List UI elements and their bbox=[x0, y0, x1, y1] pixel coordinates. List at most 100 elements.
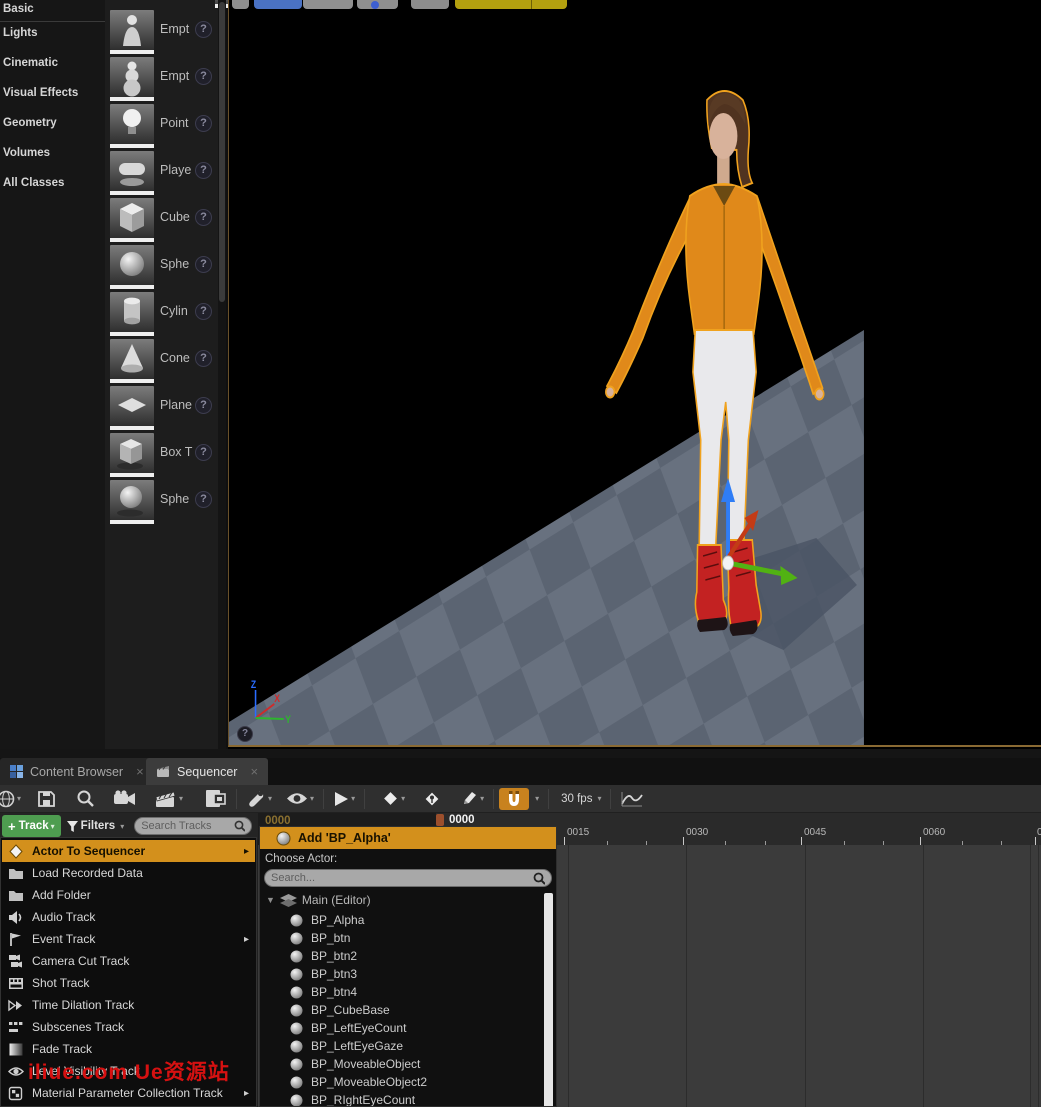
close-icon[interactable]: × bbox=[136, 764, 144, 779]
actor-picker-scrollbar[interactable] bbox=[544, 893, 553, 1107]
snap-options-button[interactable]: ▾ bbox=[529, 787, 543, 811]
level-viewport[interactable]: Z X Y ? bbox=[228, 0, 1041, 747]
playhead-marker[interactable] bbox=[436, 814, 444, 826]
menu-item-actor-to-sequencer[interactable]: Actor To Sequencer ▸ bbox=[2, 840, 255, 862]
place-item-empty-character[interactable]: Empt ? bbox=[108, 57, 216, 103]
place-item-player-start[interactable]: Playe ? bbox=[108, 151, 216, 197]
picker-header-label: Add 'BP_Alpha' bbox=[298, 831, 391, 845]
place-item-box-trigger[interactable]: Box T ? bbox=[108, 433, 216, 479]
category-cinematic[interactable]: Cinematic bbox=[0, 50, 105, 76]
find-in-content-browser-button[interactable] bbox=[72, 787, 99, 811]
actor-search-box[interactable] bbox=[264, 869, 552, 887]
point-light-thumbnail[interactable] bbox=[110, 104, 154, 144]
sphere-thumbnail[interactable] bbox=[110, 245, 154, 285]
help-icon[interactable]: ? bbox=[195, 115, 212, 132]
category-volumes[interactable]: Volumes bbox=[0, 140, 105, 166]
empty-actor-thumbnail[interactable] bbox=[110, 10, 154, 50]
category-lights[interactable]: Lights bbox=[0, 20, 105, 46]
place-item-empty-actor[interactable]: Empt ? bbox=[108, 10, 216, 56]
sphere-trigger-thumbnail[interactable] bbox=[110, 480, 154, 520]
actor-item-bp-righteyecount[interactable]: BP_RIghtEyeCount bbox=[290, 1093, 415, 1107]
category-visual-effects[interactable]: Visual Effects bbox=[0, 80, 105, 106]
empty-character-thumbnail[interactable] bbox=[110, 57, 154, 97]
world-button[interactable]: ▾ bbox=[0, 787, 25, 811]
save-button[interactable] bbox=[33, 787, 60, 811]
actions-button[interactable]: ▾ bbox=[242, 787, 276, 811]
tab-content-browser[interactable]: Content Browser × bbox=[0, 758, 154, 785]
search-tracks-box[interactable] bbox=[134, 817, 252, 835]
actor-item-bp-cubebase[interactable]: BP_CubeBase bbox=[290, 1003, 390, 1017]
actor-item-bp-moveableobject[interactable]: BP_MoveableObject bbox=[290, 1057, 420, 1071]
actor-item-bp-btn[interactable]: BP_btn bbox=[290, 931, 350, 945]
add-track-button[interactable]: + Track ▾ bbox=[2, 815, 61, 837]
menu-item-shot-track[interactable]: Shot Track bbox=[2, 972, 255, 994]
tab-sequencer[interactable]: Sequencer × bbox=[146, 758, 268, 785]
edit-options-button[interactable]: ▾ bbox=[457, 787, 488, 811]
place-item-sphere[interactable]: Sphe ? bbox=[108, 245, 216, 291]
view-options-button[interactable]: ▾ bbox=[282, 787, 318, 811]
toolbar-separator bbox=[493, 789, 494, 809]
cone-thumbnail[interactable] bbox=[110, 339, 154, 379]
keyframe-options-button[interactable]: ▾ bbox=[378, 787, 409, 811]
help-icon[interactable]: ? bbox=[195, 397, 212, 414]
filters-button[interactable]: Filters ▾ bbox=[61, 815, 131, 837]
help-icon[interactable]: ? bbox=[195, 21, 212, 38]
actor-item-bp-btn4[interactable]: BP_btn4 bbox=[290, 985, 357, 999]
actor-search-input[interactable] bbox=[271, 872, 533, 884]
playback-options-button[interactable]: ▾ bbox=[329, 787, 359, 811]
snap-toggle-button[interactable] bbox=[499, 788, 529, 810]
place-item-point-light[interactable]: Point ? bbox=[108, 104, 216, 150]
actor-item-bp-alpha[interactable]: BP_Alpha bbox=[290, 913, 364, 927]
create-camera-button[interactable] bbox=[109, 787, 141, 811]
plane-thumbnail[interactable] bbox=[110, 386, 154, 426]
help-icon[interactable]: ? bbox=[195, 491, 212, 508]
sequence-tools-button[interactable] bbox=[201, 787, 231, 811]
search-tracks-input[interactable] bbox=[141, 820, 234, 832]
place-panel-scrollbar-thumb[interactable] bbox=[219, 2, 225, 302]
menu-item-label: Audio Track bbox=[32, 910, 95, 924]
actor-item-bp-lefteyecount[interactable]: BP_LeftEyeCount bbox=[290, 1021, 406, 1035]
player-start-thumbnail[interactable] bbox=[110, 151, 154, 191]
help-icon[interactable]: ? bbox=[195, 303, 212, 320]
place-item-sphere-trigger[interactable]: Sphe ? bbox=[108, 480, 216, 526]
place-item-cylinder[interactable]: Cylin ? bbox=[108, 292, 216, 338]
actor-item-bp-moveableobject2[interactable]: BP_MoveableObject2 bbox=[290, 1075, 427, 1089]
tree-root-main-editor[interactable]: ▼ Main (Editor) bbox=[266, 893, 371, 907]
curve-editor-button[interactable] bbox=[616, 787, 648, 811]
menu-item-load-recorded-data[interactable]: Load Recorded Data bbox=[2, 862, 255, 884]
viewport-help-icon[interactable]: ? bbox=[237, 726, 253, 742]
auto-key-button[interactable] bbox=[419, 787, 445, 811]
menu-item-subscenes-track[interactable]: Subscenes Track bbox=[2, 1016, 255, 1038]
actor-item-bp-btn2[interactable]: BP_btn2 bbox=[290, 949, 357, 963]
help-icon[interactable]: ? bbox=[195, 162, 212, 179]
help-icon[interactable]: ? bbox=[195, 256, 212, 273]
render-movie-button[interactable]: ▾ bbox=[151, 787, 187, 811]
add-bp-alpha-header[interactable]: Add 'BP_Alpha' bbox=[260, 827, 556, 849]
actor-item-bp-lefteyegaze[interactable]: BP_LeftEyeGaze bbox=[290, 1039, 403, 1053]
place-item-cone[interactable]: Cone ? bbox=[108, 339, 216, 385]
help-icon[interactable]: ? bbox=[195, 68, 212, 85]
flag-icon bbox=[8, 932, 24, 947]
cube-thumbnail[interactable] bbox=[110, 198, 154, 238]
fast-forward-icon bbox=[8, 998, 24, 1013]
cylinder-thumbnail[interactable] bbox=[110, 292, 154, 332]
fps-selector[interactable]: 30 fps ▾ bbox=[554, 787, 605, 811]
category-geometry[interactable]: Geometry bbox=[0, 110, 105, 136]
menu-item-audio-track[interactable]: Audio Track bbox=[2, 906, 255, 928]
menu-item-event-track[interactable]: Event Track ▸ bbox=[2, 928, 255, 950]
expander-icon[interactable]: ▼ bbox=[266, 895, 275, 905]
help-icon[interactable]: ? bbox=[195, 209, 212, 226]
help-icon[interactable]: ? bbox=[195, 444, 212, 461]
help-icon[interactable]: ? bbox=[195, 350, 212, 367]
category-basic[interactable]: Basic bbox=[0, 0, 105, 22]
menu-item-camera-cut-track[interactable]: Camera Cut Track bbox=[2, 950, 255, 972]
box-trigger-thumbnail[interactable] bbox=[110, 433, 154, 473]
actor-item-bp-btn3[interactable]: BP_btn3 bbox=[290, 967, 357, 981]
category-all-classes[interactable]: All Classes bbox=[0, 170, 105, 196]
place-item-plane[interactable]: Plane ? bbox=[108, 386, 216, 432]
menu-item-add-folder[interactable]: Add Folder bbox=[2, 884, 255, 906]
cube-icon bbox=[110, 198, 154, 238]
place-item-cube[interactable]: Cube ? bbox=[108, 198, 216, 244]
close-icon[interactable]: × bbox=[250, 764, 258, 779]
menu-item-time-dilation-track[interactable]: Time Dilation Track bbox=[2, 994, 255, 1016]
